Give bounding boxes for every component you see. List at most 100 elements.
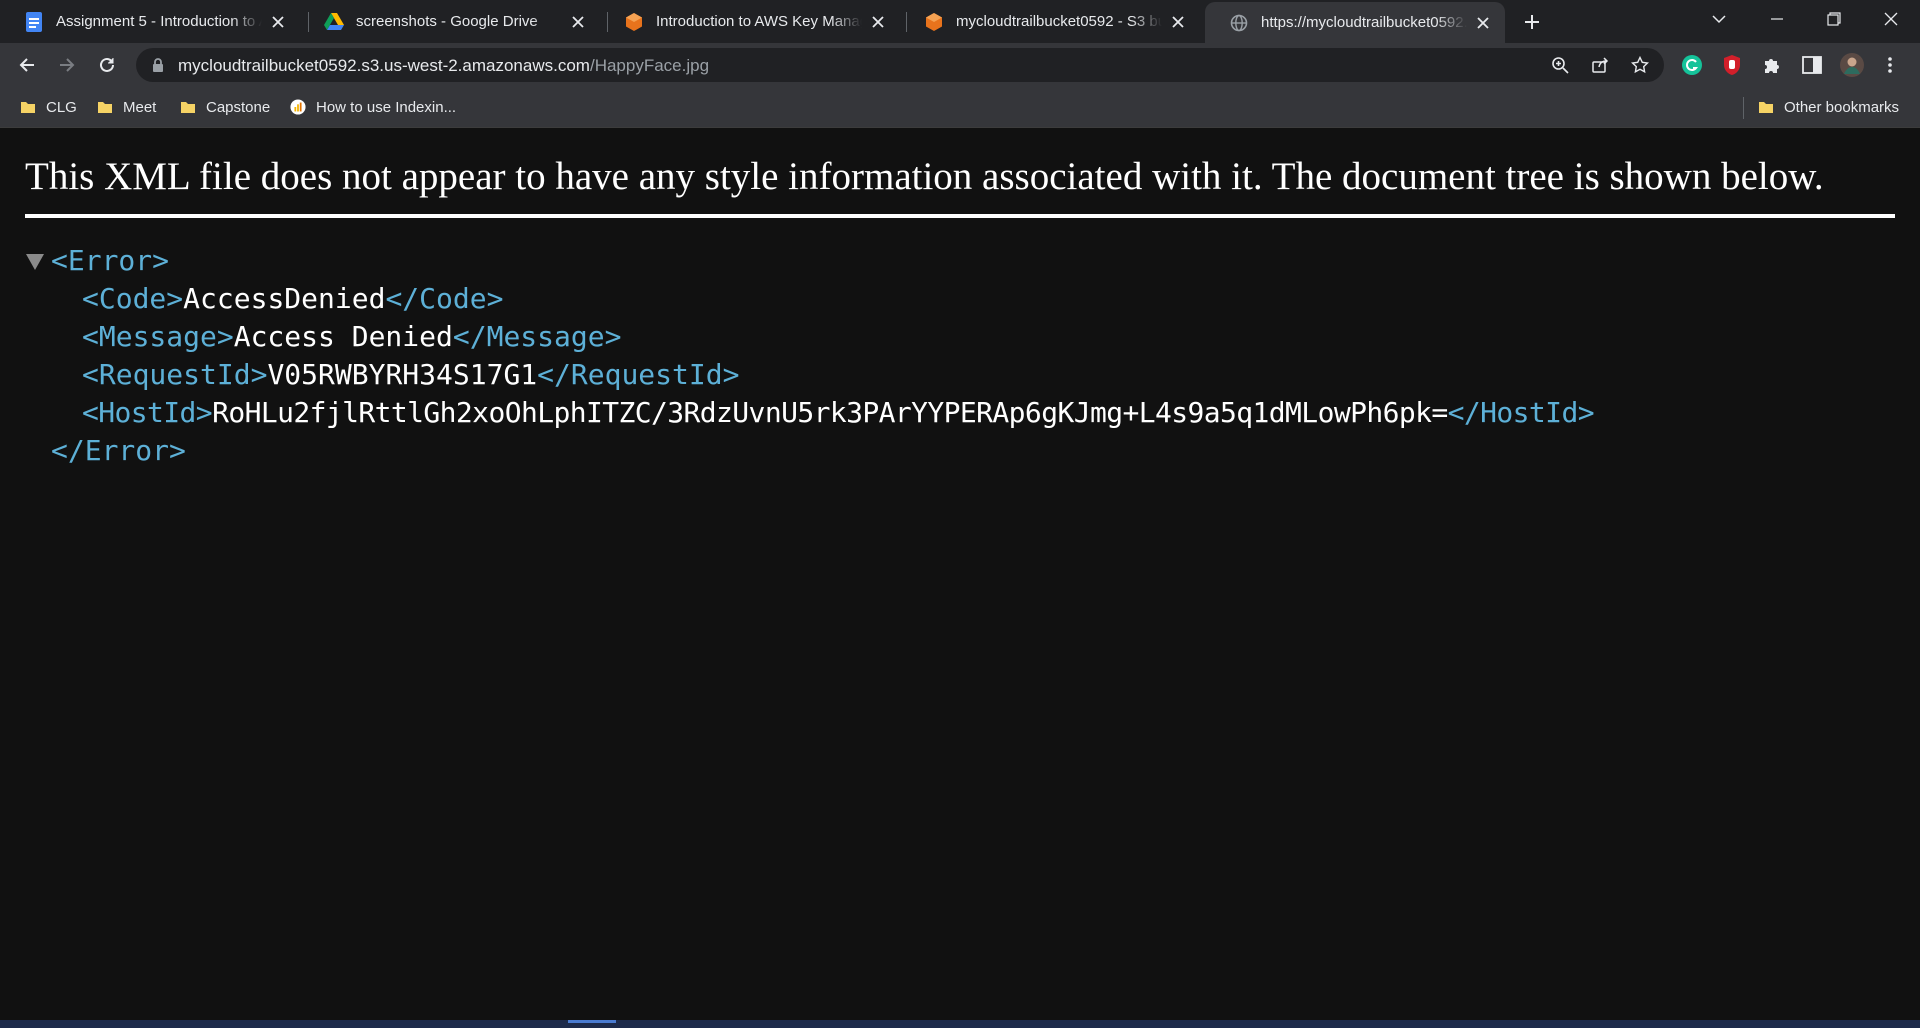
header-divider xyxy=(25,214,1895,218)
profile-button[interactable] xyxy=(1838,51,1866,79)
tab-title: https://mycloudtrailbucket0592.s3.us-wes… xyxy=(1261,14,1467,31)
close-icon[interactable] xyxy=(868,12,888,32)
xml-tag: <Message> xyxy=(82,320,234,353)
zoom-icon xyxy=(1552,57,1569,74)
reload-icon xyxy=(100,57,114,72)
restore-button[interactable] xyxy=(1805,0,1863,38)
address-bar[interactable]: mycloudtrailbucket0592.s3.us-west-2.amaz… xyxy=(136,48,1664,82)
xml-tag: <HostId> xyxy=(82,396,213,429)
folder-icon xyxy=(180,99,196,115)
aws-icon xyxy=(624,12,644,32)
bookmark-label: CLG xyxy=(46,98,77,116)
bookmark-capstone[interactable]: Capstone xyxy=(180,95,270,119)
close-window-button[interactable] xyxy=(1862,0,1920,38)
bookmark-indexing[interactable]: How to use Indexin... xyxy=(290,95,456,119)
avatar xyxy=(1840,53,1864,77)
bookmarks-bar: CLG Meet Capstone How to use Indexin... … xyxy=(0,87,1920,128)
tab-search-button[interactable] xyxy=(1690,0,1748,38)
tab-s3-bucket[interactable]: mycloudtrailbucket0592 - S3 bucket xyxy=(900,0,1200,43)
taskbar-active-indicator xyxy=(568,1020,616,1023)
minimize-button[interactable] xyxy=(1748,0,1806,38)
side-panel-button[interactable] xyxy=(1798,51,1826,79)
page-content: This XML file does not appear to have an… xyxy=(0,128,1920,1020)
tab-assignment[interactable]: Assignment 5 - Introduction to AWS Key M… xyxy=(0,0,300,43)
os-taskbar xyxy=(0,1020,1920,1028)
close-icon[interactable] xyxy=(568,12,588,32)
minimize-icon xyxy=(1771,18,1783,20)
tab-title: Assignment 5 - Introduction to AWS Key M… xyxy=(56,13,262,30)
aws-icon xyxy=(924,12,944,32)
puzzle-icon xyxy=(1765,59,1779,73)
xml-element-message: <Message>Access Denied</Message> xyxy=(82,318,621,356)
globe-icon xyxy=(1229,13,1249,33)
bookmark-label: How to use Indexin... xyxy=(316,98,457,116)
xml-element-requestid: <RequestId>V05RWBYRH34S17G1</RequestId> xyxy=(82,356,739,394)
xml-tag: <Error> xyxy=(51,244,170,277)
xml-tag: </HostId> xyxy=(1447,396,1595,429)
chrome-menu-button[interactable] xyxy=(1876,51,1904,79)
bookmark-star-button[interactable] xyxy=(1628,53,1652,77)
xml-value: RoHLu2fjlRttlGh2xoOhLphITZC/3RdzUvnU5rk3… xyxy=(212,396,1448,429)
url-path: /HappyFace.jpg xyxy=(589,56,710,75)
plus-icon xyxy=(1525,15,1539,29)
browser-toolbar: mycloudtrailbucket0592.s3.us-west-2.amaz… xyxy=(0,43,1920,87)
folder-icon xyxy=(20,99,36,115)
arrow-right-icon xyxy=(60,58,75,72)
restore-icon xyxy=(1827,12,1841,26)
collapse-triangle-icon[interactable] xyxy=(26,254,44,270)
xml-root-open: <Error> xyxy=(51,242,169,280)
bookmark-clg[interactable]: CLG xyxy=(20,95,77,119)
xml-tag: </Error> xyxy=(51,434,186,467)
bookmark-label: Meet xyxy=(123,98,157,116)
forward-button[interactable] xyxy=(51,49,83,81)
bookmark-label: Capstone xyxy=(206,98,271,116)
xml-tag: <Code> xyxy=(82,282,184,315)
tab-s3-object-url[interactable]: https://mycloudtrailbucket0592.s3.us-wes… xyxy=(1205,2,1505,43)
tab-title: screenshots - Google Drive xyxy=(356,13,538,30)
xml-element-code: <Code>AccessDenied</Code> xyxy=(82,280,503,318)
back-button[interactable] xyxy=(11,49,43,81)
star-icon xyxy=(1631,56,1649,74)
xml-element-hostid: <HostId>RoHLu2fjlRttlGh2xoOhLphITZC/3Rdz… xyxy=(82,394,1595,432)
lock-icon xyxy=(153,58,163,72)
bookmarks-divider xyxy=(1743,97,1744,119)
folder-icon xyxy=(97,99,113,115)
xml-value: Access Denied xyxy=(233,320,453,353)
folder-icon xyxy=(1758,99,1774,115)
other-bookmarks-label: Other bookmarks xyxy=(1784,98,1900,116)
blocker-extension-button[interactable] xyxy=(1718,51,1746,79)
google-drive-icon xyxy=(324,12,344,32)
other-bookmarks[interactable]: Other bookmarks xyxy=(1758,95,1899,119)
share-icon xyxy=(1592,57,1609,73)
bookmark-favicon-icon xyxy=(290,99,306,115)
side-panel-icon xyxy=(1802,56,1822,74)
tab-strip: Assignment 5 - Introduction to AWS Key M… xyxy=(0,0,1920,43)
xml-value: AccessDenied xyxy=(183,282,386,315)
xml-tag: </RequestId> xyxy=(537,358,740,391)
xml-tag: </Code> xyxy=(385,282,504,315)
more-vert-icon xyxy=(1888,57,1892,73)
grammarly-icon xyxy=(1682,55,1702,75)
arrow-left-icon xyxy=(19,58,34,72)
share-button[interactable] xyxy=(1588,53,1612,77)
reload-button[interactable] xyxy=(91,49,123,81)
hand-stop-icon xyxy=(1724,55,1740,75)
tab-google-drive[interactable]: screenshots - Google Drive xyxy=(300,0,600,43)
xml-value: V05RWBYRH34S17G1 xyxy=(267,358,538,391)
google-docs-icon xyxy=(24,11,44,32)
extensions-button[interactable] xyxy=(1758,51,1786,79)
tab-title: Introduction to AWS Key Management Servi… xyxy=(656,13,862,30)
zoom-button[interactable] xyxy=(1548,53,1572,77)
bookmark-meet[interactable]: Meet xyxy=(97,95,156,119)
new-tab-button[interactable] xyxy=(1518,8,1546,36)
chevron-down-icon xyxy=(1712,15,1726,24)
tab-aws-kms[interactable]: Introduction to AWS Key Management Servi… xyxy=(600,0,900,43)
close-icon[interactable] xyxy=(268,12,288,32)
grammarly-extension-button[interactable] xyxy=(1678,51,1706,79)
close-icon[interactable] xyxy=(1168,12,1188,32)
close-icon xyxy=(1884,12,1898,26)
close-icon[interactable] xyxy=(1473,13,1493,33)
xml-tag: <RequestId> xyxy=(82,358,268,391)
url-text: mycloudtrailbucket0592.s3.us-west-2.amaz… xyxy=(178,56,709,76)
xml-root-close: </Error> xyxy=(51,432,186,470)
